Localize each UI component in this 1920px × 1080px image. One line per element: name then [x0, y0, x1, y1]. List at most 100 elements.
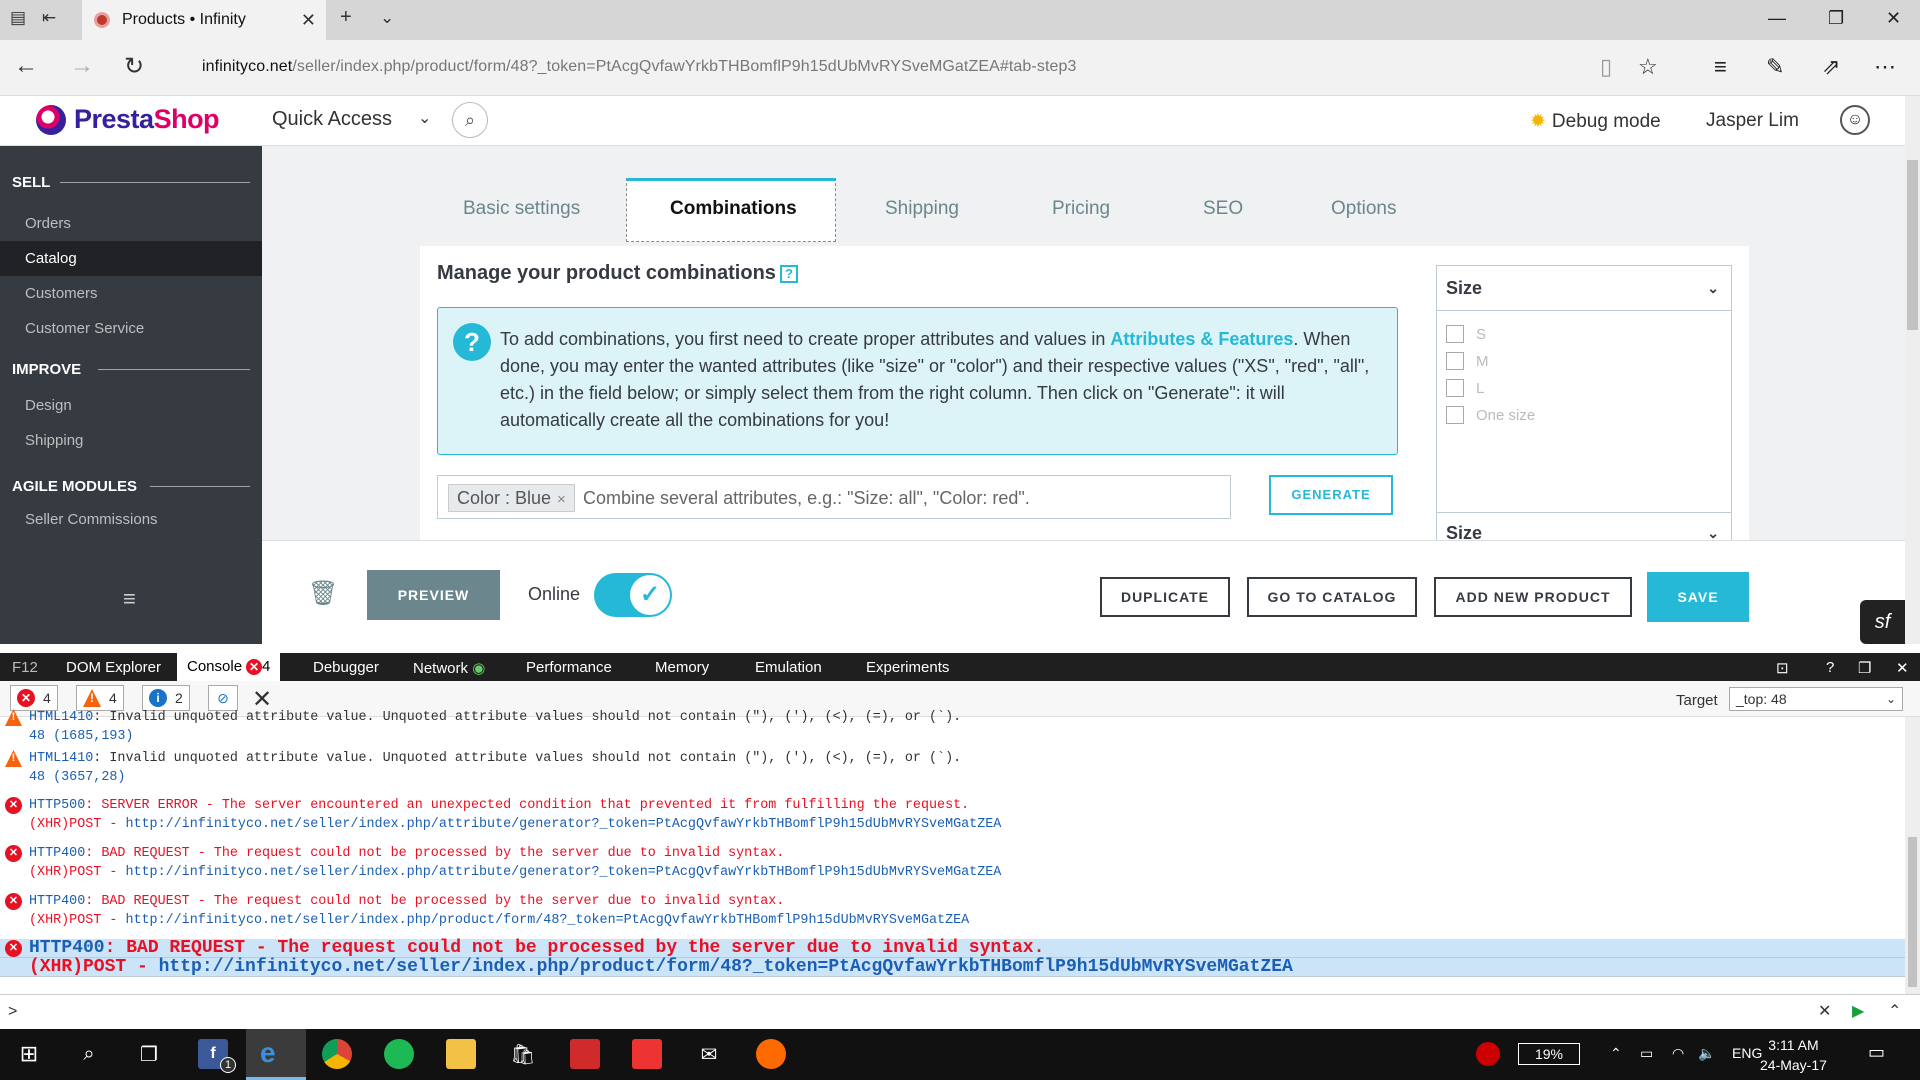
quick-access-menu[interactable]: Quick Access: [272, 108, 392, 131]
tab-shipping[interactable]: Shipping: [885, 198, 959, 220]
wifi-icon[interactable]: ◠: [1672, 1045, 1684, 1062]
tab-debugger[interactable]: Debugger: [313, 659, 379, 676]
attributes-features-link[interactable]: Attributes & Features: [1110, 329, 1293, 349]
sidebar-item-design[interactable]: Design: [0, 388, 262, 423]
console-location-link[interactable]: 48 (3657,28): [29, 770, 125, 785]
sidebar-item-shipping[interactable]: Shipping: [0, 423, 262, 458]
console-input[interactable]: > ✕ ▶ ⌃: [0, 994, 1920, 1029]
edge-app-active[interactable]: e: [246, 1029, 306, 1080]
tab-emulation[interactable]: Emulation: [755, 659, 822, 676]
console-line[interactable]: (XHR)POST - http://infinityco.net/seller…: [0, 863, 1905, 882]
chrome-app-icon[interactable]: [322, 1039, 352, 1069]
attribute-option-s[interactable]: S: [1446, 325, 1486, 343]
refresh-icon[interactable]: ↻: [124, 52, 144, 81]
volume-icon[interactable]: 🔈: [1698, 1045, 1715, 1062]
run-icon[interactable]: ▶: [1852, 1001, 1864, 1021]
preview-button[interactable]: PREVIEW: [367, 570, 500, 620]
undock-icon[interactable]: ❐: [1858, 659, 1871, 677]
file-explorer-icon[interactable]: [446, 1039, 476, 1069]
generate-button[interactable]: GENERATE: [1269, 475, 1393, 515]
checkbox[interactable]: [1446, 406, 1464, 424]
acrobat-app-icon[interactable]: [570, 1039, 600, 1069]
scrollbar-thumb[interactable]: [1908, 837, 1917, 987]
mail-icon[interactable]: ✉: [694, 1039, 724, 1069]
page-scrollbar[interactable]: [1905, 96, 1920, 644]
task-view-icon[interactable]: ❐: [134, 1039, 164, 1069]
symfony-toolbar-icon[interactable]: sf: [1860, 600, 1905, 644]
attribute-group-select[interactable]: Size ⌄: [1437, 266, 1731, 311]
app-icon[interactable]: [632, 1039, 662, 1069]
console-line[interactable]: (XHR)POST - http://infinityco.net/seller…: [0, 911, 1905, 930]
minimize-icon[interactable]: —: [1768, 8, 1786, 29]
share-icon[interactable]: ⇗: [1822, 54, 1840, 80]
restore-icon[interactable]: ❐: [1828, 8, 1844, 29]
close-tab-icon[interactable]: ✕: [301, 10, 316, 31]
tab-combinations[interactable]: Combinations: [626, 178, 836, 242]
tab-performance[interactable]: Performance: [526, 659, 612, 676]
console-url-link[interactable]: http://infinityco.net/seller/index.php/a…: [125, 817, 1001, 832]
console-toggle-icon[interactable]: ⊡: [1776, 659, 1789, 677]
url-field[interactable]: infinityco.net/seller/index.php/product/…: [202, 58, 1077, 76]
debug-mode-indicator[interactable]: ✹ Debug mode: [1530, 110, 1661, 133]
action-center-icon[interactable]: ▭: [1868, 1042, 1885, 1063]
new-tab-icon[interactable]: +: [340, 6, 352, 29]
checkbox[interactable]: [1446, 379, 1464, 397]
user-name[interactable]: Jasper Lim: [1706, 110, 1799, 132]
prestashop-logo[interactable]: PrestaShop: [36, 104, 220, 135]
search-icon[interactable]: ⌕: [452, 102, 488, 138]
favorite-star-icon[interactable]: ☆: [1638, 54, 1658, 80]
save-button[interactable]: SAVE: [1647, 572, 1749, 622]
tab-seo[interactable]: SEO: [1203, 198, 1243, 220]
web-note-icon[interactable]: ✎: [1766, 54, 1784, 80]
tab-pricing[interactable]: Pricing: [1052, 198, 1110, 220]
console-scrollbar[interactable]: [1905, 717, 1920, 994]
console-line[interactable]: (XHR)POST - http://infinityco.net/seller…: [0, 815, 1905, 834]
clock[interactable]: 3:11 AM 24-May-17: [1760, 1035, 1827, 1075]
search-icon[interactable]: ⌕: [74, 1039, 104, 1069]
close-window-icon[interactable]: ✕: [1886, 8, 1901, 29]
store-icon[interactable]: 🛍: [508, 1039, 538, 1069]
battery-icon[interactable]: ▭: [1640, 1045, 1653, 1062]
go-to-catalog-button[interactable]: GO TO CATALOG: [1247, 577, 1417, 617]
chevron-down-icon[interactable]: ⌄: [418, 108, 431, 128]
close-devtools-icon[interactable]: ✕: [1896, 659, 1909, 677]
sidebar-item-orders[interactable]: Orders: [0, 206, 262, 241]
attributes-input[interactable]: Color : Blue × Combine several attributes…: [437, 475, 1231, 519]
console-line[interactable]: ✕ HTTP400: BAD REQUEST - The request coul…: [0, 844, 1905, 863]
browser-tab[interactable]: Products • Infinity ✕: [82, 0, 326, 40]
console-line-selected[interactable]: (XHR)POST - http://infinityco.net/seller…: [0, 958, 1905, 977]
reading-view-icon[interactable]: ▯: [1600, 54, 1612, 80]
tab-network[interactable]: Network ◉: [413, 659, 485, 677]
battery-indicator[interactable]: 19%: [1518, 1043, 1580, 1065]
console-line[interactable]: 48 (3657,28): [0, 768, 1905, 787]
console-line[interactable]: ✕ HTTP400: BAD REQUEST - The request coul…: [0, 892, 1905, 911]
checkbox[interactable]: [1446, 325, 1464, 343]
mi-app-icon[interactable]: [756, 1039, 786, 1069]
console-line[interactable]: ! HTML1410: Invalid unquoted attribute va…: [0, 749, 1905, 768]
expand-icon[interactable]: ⌃: [1888, 1001, 1901, 1021]
clear-input-icon[interactable]: ✕: [1818, 1001, 1831, 1021]
duplicate-button[interactable]: DUPLICATE: [1100, 577, 1230, 617]
more-icon[interactable]: ⋯: [1874, 54, 1896, 80]
collapse-menu-icon[interactable]: ≡: [123, 586, 136, 612]
help-icon[interactable]: ?: [779, 264, 798, 283]
show-hidden-icons-icon[interactable]: ⌃: [1610, 1045, 1622, 1062]
tab-experiments[interactable]: Experiments: [866, 659, 949, 676]
remove-chip-icon[interactable]: ×: [557, 491, 566, 508]
tab-actions-icon[interactable]: ▤: [10, 8, 26, 28]
console-line[interactable]: ! HTML1410: Invalid unquoted attribute va…: [0, 708, 1905, 727]
console-line[interactable]: ✕ HTTP500: SERVER ERROR - The server enco…: [0, 796, 1905, 815]
language-indicator[interactable]: ENG: [1732, 1045, 1762, 1061]
trash-icon[interactable]: 🗑: [308, 579, 338, 608]
windows-start-icon[interactable]: ⊞: [14, 1039, 44, 1069]
console-url-link[interactable]: http://infinityco.net/seller/index.php/p…: [159, 957, 1293, 977]
sidebar-item-catalog[interactable]: Catalog: [0, 241, 262, 276]
console-url-link[interactable]: http://infinityco.net/seller/index.php/a…: [125, 865, 1001, 880]
scrollbar-thumb[interactable]: [1907, 160, 1918, 330]
tab-memory[interactable]: Memory: [655, 659, 709, 676]
tab-basic-settings[interactable]: Basic settings: [463, 198, 580, 220]
help-icon[interactable]: ?: [1826, 659, 1834, 676]
checkbox[interactable]: [1446, 352, 1464, 370]
tab-options[interactable]: Options: [1331, 198, 1396, 220]
set-aside-tabs-icon[interactable]: ⇤: [42, 8, 56, 28]
